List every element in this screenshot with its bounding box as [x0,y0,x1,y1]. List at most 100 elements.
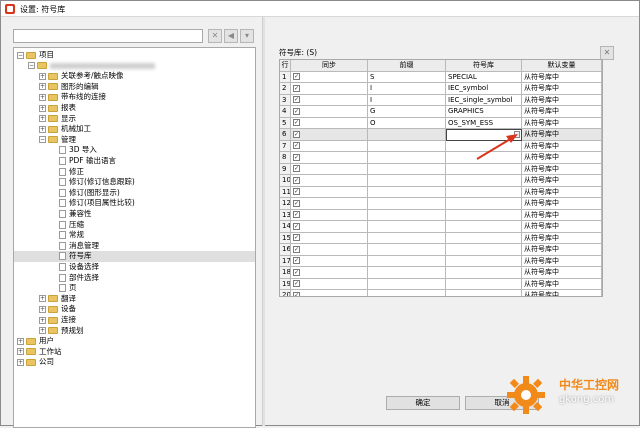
library-cell[interactable] [446,163,522,175]
tree-item[interactable]: + 报表 [14,103,255,114]
expand-icon[interactable]: + [39,305,46,313]
sync-checkbox[interactable]: ✓ [293,165,300,172]
expand-icon[interactable]: + [39,327,46,335]
sync-cell[interactable]: ✓ [291,175,368,187]
library-cell[interactable] [446,244,522,256]
table-row[interactable]: 17 ✓ 从符号库中 [280,255,602,267]
tree-item[interactable]: PDF 输出语言 [14,156,255,167]
tree-item[interactable]: 常规 [14,230,255,241]
prefix-cell[interactable] [368,221,446,233]
prefix-cell[interactable] [368,129,446,141]
table-row[interactable]: 18 ✓ 从符号库中 [280,267,602,279]
default-variable-cell[interactable]: 从符号库中 [522,244,602,256]
default-variable-cell[interactable]: 从符号库中 [522,221,602,233]
column-header-library[interactable]: 符号库 [446,60,522,72]
tree-item[interactable]: + 用户 [14,336,255,347]
collapse-icon[interactable]: − [28,62,35,70]
default-variable-cell[interactable]: 从符号库中 [522,198,602,210]
tree-item[interactable]: − 管理 [14,135,255,146]
table-row[interactable]: 9 ✓ 从符号库中 [280,163,602,175]
sync-cell[interactable]: ✓ [291,290,368,296]
library-cell[interactable] [446,255,522,267]
library-cell[interactable] [446,198,522,210]
pane-splitter[interactable] [262,17,265,426]
expand-icon[interactable]: + [39,72,46,80]
tree-item[interactable]: 页 [14,283,255,294]
prefix-cell[interactable] [368,186,446,198]
tree-item[interactable]: + 翻译 [14,294,255,305]
sync-checkbox[interactable]: ✓ [293,84,300,92]
prefix-cell[interactable] [368,140,446,152]
tree-item[interactable]: 部件选择 [14,273,255,284]
sync-cell[interactable]: ✓ [291,244,368,256]
tree-item[interactable]: + 连接 [14,315,255,326]
table-row[interactable]: 14 ✓ 从符号库中 [280,221,602,233]
default-variable-cell[interactable]: 从符号库中 [522,140,602,152]
default-variable-cell[interactable]: 从符号库中 [522,290,602,296]
library-cell[interactable] [446,221,522,233]
library-cell[interactable] [446,209,522,221]
sync-cell[interactable]: ✓ [291,106,368,118]
table-row[interactable]: 1 ✓ S SPECIAL 从符号库中 [280,71,602,83]
tree-item[interactable]: + 关联参考/触点映像 [14,71,255,82]
table-row[interactable]: 15 ✓ 从符号库中 [280,232,602,244]
library-cell[interactable]: SPECIAL [446,71,522,83]
prefix-cell[interactable] [368,152,446,164]
table-row[interactable]: 2 ✓ I IEC_symbol 从符号库中 [280,83,602,95]
expand-icon[interactable]: + [17,348,24,356]
sync-cell[interactable]: ✓ [291,198,368,210]
sync-checkbox[interactable]: ✓ [293,257,300,264]
default-variable-cell[interactable]: 从符号库中 [522,163,602,175]
sync-checkbox[interactable]: ✓ [293,245,300,253]
default-variable-cell[interactable]: 从符号库中 [522,71,602,83]
expand-icon[interactable]: + [17,358,24,366]
sync-cell[interactable]: ✓ [291,232,368,244]
prefix-cell[interactable] [368,244,446,256]
sync-cell[interactable]: ✓ [291,94,368,106]
table-row[interactable]: 6 ✓ 从符号库中 [280,129,602,141]
tree-item[interactable]: + 设备 [14,304,255,315]
default-variable-cell[interactable]: 从符号库中 [522,117,602,129]
sync-cell[interactable]: ✓ [291,255,368,267]
default-variable-cell[interactable]: 从符号库中 [522,278,602,290]
tree-item[interactable]: + 机械加工 [14,124,255,135]
sync-cell[interactable]: ✓ [291,267,368,279]
column-header-variable[interactable]: 默认变量 [522,60,602,72]
tree-item[interactable]: + 公司 [14,357,255,368]
prefix-cell[interactable] [368,278,446,290]
tree-item[interactable]: 消息管理 [14,241,255,252]
default-variable-cell[interactable]: 从符号库中 [522,232,602,244]
default-variable-cell[interactable]: 从符号库中 [522,94,602,106]
library-cell[interactable] [446,152,522,164]
table-row[interactable]: 8 ✓ 从符号库中 [280,152,602,164]
close-icon[interactable]: ✕ [600,46,614,60]
sync-checkbox[interactable]: ✓ [293,222,300,230]
table-row[interactable]: 20 ✓ 从符号库中 [280,290,602,296]
clear-search-button[interactable]: ✕ [208,29,222,43]
tree-item[interactable]: 修订(修订信息跟踪) [14,177,255,188]
library-cell[interactable] [446,290,522,296]
default-variable-cell[interactable]: 从符号库中 [522,255,602,267]
default-variable-cell[interactable]: 从符号库中 [522,209,602,221]
prefix-cell[interactable] [368,267,446,279]
table-row[interactable]: 11 ✓ 从符号库中 [280,186,602,198]
table-row[interactable]: 19 ✓ 从符号库中 [280,278,602,290]
sync-checkbox[interactable]: ✓ [293,211,300,218]
tree-item[interactable]: 修正 [14,167,255,178]
default-variable-cell[interactable]: 从符号库中 [522,106,602,118]
search-options-button[interactable]: ▾ [240,29,254,43]
tree-item[interactable]: + 带布线的连接 [14,92,255,103]
expand-icon[interactable]: + [17,337,24,345]
prefix-cell[interactable]: I [368,94,446,106]
sync-checkbox[interactable]: ✓ [293,130,300,138]
library-cell[interactable]: OS_SYM_ESS [446,117,522,129]
tree-item[interactable]: − 项目 [14,50,255,61]
library-cell[interactable] [446,140,522,152]
tree-item[interactable]: 设备选择 [14,262,255,273]
prefix-cell[interactable] [368,209,446,221]
sync-checkbox[interactable]: ✓ [293,153,300,161]
table-row[interactable]: 7 ✓ 从符号库中 [280,140,602,152]
sync-checkbox[interactable]: ✓ [293,268,300,276]
sync-cell[interactable]: ✓ [291,221,368,233]
sync-cell[interactable]: ✓ [291,163,368,175]
